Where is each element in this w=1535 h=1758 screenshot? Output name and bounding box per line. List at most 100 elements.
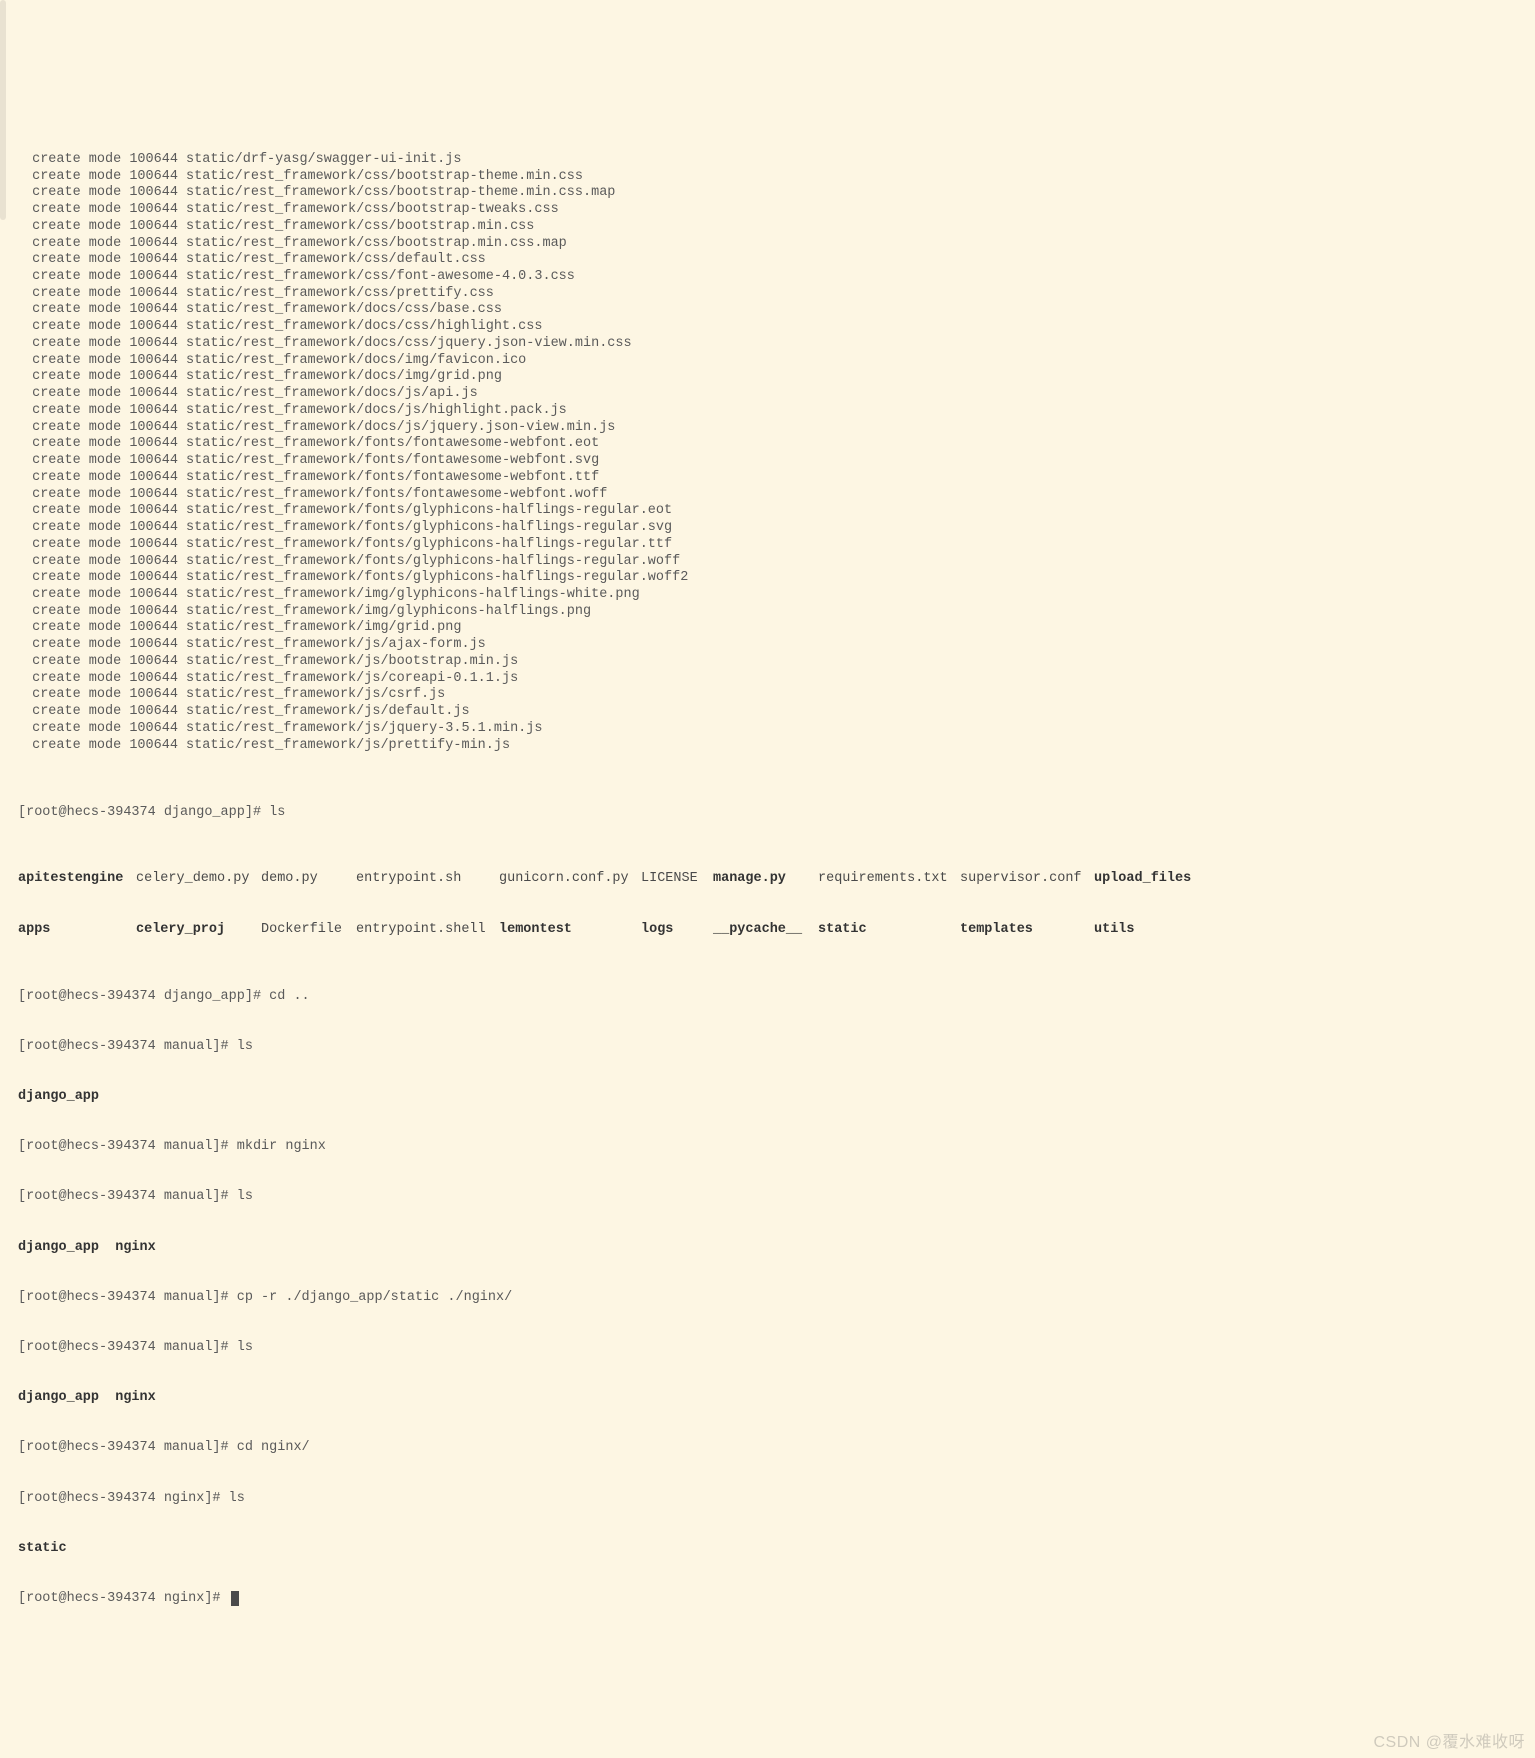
git-create-mode-line: create mode 100644 static/rest_framework… [0,554,1535,571]
command-text: ls [269,805,285,820]
shell-prompt: [root@hecs-394374 django_app]# [18,989,269,1004]
command-text: ls [237,1039,253,1054]
git-create-mode-line: create mode 100644 static/rest_framework… [0,403,1535,420]
ls-item: nginx [115,1390,156,1405]
command-text: ls [237,1340,253,1355]
git-create-mode-line: create mode 100644 static/rest_framework… [0,620,1535,637]
git-create-mode-line: create mode 100644 static/drf-yasg/swagg… [0,152,1535,169]
git-create-mode-line: create mode 100644 static/rest_framework… [0,687,1535,704]
command-text: cd nginx/ [237,1440,310,1455]
git-create-mode-line: create mode 100644 static/rest_framework… [0,369,1535,386]
shell-prompt: [root@hecs-394374 manual]# [18,1039,237,1054]
ls-item: __pycache__ [713,922,818,939]
git-create-mode-line: create mode 100644 static/rest_framework… [0,185,1535,202]
ls-item: django_app [18,1240,99,1255]
git-create-mode-line: create mode 100644 static/rest_framework… [0,202,1535,219]
ls-item: apitestengine [18,871,136,888]
command-text: cd .. [269,989,310,1004]
shell-prompt: [root@hecs-394374 nginx]# [18,1591,229,1606]
prompt-line: [root@hecs-394374 manual]# ls [0,1189,1535,1206]
prompt-line: [root@hecs-394374 nginx]# ls [0,1491,1535,1508]
git-create-mode-line: create mode 100644 static/rest_framework… [0,671,1535,688]
ls-output-row: static [0,1541,1535,1558]
ls-item: entrypoint.shell [356,922,499,939]
git-create-mode-line: create mode 100644 static/rest_framework… [0,604,1535,621]
command-text: ls [237,1189,253,1204]
ls-item: celery_proj [136,922,261,939]
git-create-mode-line: create mode 100644 static/rest_framework… [0,503,1535,520]
ls-item: templates [960,922,1094,939]
git-create-mode-line: create mode 100644 static/rest_framework… [0,319,1535,336]
git-create-mode-line: create mode 100644 static/rest_framework… [0,302,1535,319]
ls-output-row: django_app nginx [0,1390,1535,1407]
command-text: mkdir nginx [237,1139,326,1154]
ls-item: demo.py [261,871,356,888]
ls-item: logs [641,922,713,939]
git-create-mode-line: create mode 100644 static/rest_framework… [0,570,1535,587]
ls-item: gunicorn.conf.py [499,871,641,888]
ls-item: entrypoint.sh [356,871,499,888]
terminal-cursor [231,1591,239,1606]
git-create-mode-line: create mode 100644 static/rest_framework… [0,537,1535,554]
scrollbar-indicator[interactable] [0,0,6,220]
ls-item: utils [1094,922,1214,939]
prompt-line: [root@hecs-394374 nginx]# [0,1591,1535,1608]
ls-item: LICENSE [641,871,713,888]
shell-prompt: [root@hecs-394374 manual]# [18,1440,237,1455]
ls-item: django_app [18,1390,99,1405]
shell-prompt: [root@hecs-394374 nginx]# [18,1491,229,1506]
git-create-mode-line: create mode 100644 static/rest_framework… [0,436,1535,453]
git-create-mode-line: create mode 100644 static/rest_framework… [0,637,1535,654]
ls-item: requirements.txt [818,871,960,888]
ls-item: static [818,922,960,939]
git-create-mode-line: create mode 100644 static/rest_framework… [0,420,1535,437]
git-create-mode-line: create mode 100644 static/rest_framework… [0,487,1535,504]
ls-item: supervisor.conf [960,871,1094,888]
ls-item: apps [18,922,136,939]
ls-item: Dockerfile [261,922,356,939]
git-create-mode-line: create mode 100644 static/rest_framework… [0,219,1535,236]
prompt-line: [root@hecs-394374 manual]# cd nginx/ [0,1440,1535,1457]
prompt-line: [root@hecs-394374 manual]# ls [0,1039,1535,1056]
ls-item: celery_demo.py [136,871,261,888]
git-create-mode-line: create mode 100644 static/rest_framework… [0,654,1535,671]
shell-prompt: [root@hecs-394374 manual]# [18,1340,237,1355]
git-create-mode-line: create mode 100644 static/rest_framework… [0,470,1535,487]
git-create-mode-line: create mode 100644 static/rest_framework… [0,738,1535,755]
git-create-mode-line: create mode 100644 static/rest_framework… [0,453,1535,470]
shell-prompt: [root@hecs-394374 manual]# [18,1139,237,1154]
ls-item: static [18,1541,67,1556]
git-create-mode-line: create mode 100644 static/rest_framework… [0,286,1535,303]
command-text: cp -r ./django_app/static ./nginx/ [237,1290,512,1305]
ls-item: nginx [115,1240,156,1255]
prompt-line: [root@hecs-394374 manual]# mkdir nginx [0,1139,1535,1156]
terminal-output[interactable]: create mode 100644 static/drf-yasg/swagg… [0,102,1535,1642]
git-create-mode-line: create mode 100644 static/rest_framework… [0,169,1535,186]
ls-item: django_app [18,1089,99,1104]
shell-prompt: [root@hecs-394374 manual]# [18,1290,237,1305]
git-create-mode-line: create mode 100644 static/rest_framework… [0,704,1535,721]
git-create-mode-line: create mode 100644 static/rest_framework… [0,520,1535,537]
ls-output-row: apitestenginecelery_demo.pydemo.pyentryp… [0,871,1535,888]
git-create-mode-line: create mode 100644 static/rest_framework… [0,353,1535,370]
ls-item: upload_files [1094,871,1214,888]
ls-output-row: appscelery_projDockerfileentrypoint.shel… [0,922,1535,939]
shell-prompt: [root@hecs-394374 django_app]# [18,805,269,820]
command-text: ls [229,1491,245,1506]
prompt-line: [root@hecs-394374 django_app]# cd .. [0,989,1535,1006]
ls-item: lemontest [499,922,641,939]
prompt-line: [root@hecs-394374 manual]# ls [0,1340,1535,1357]
git-create-mode-line: create mode 100644 static/rest_framework… [0,386,1535,403]
ls-output-row: django_app [0,1089,1535,1106]
watermark: CSDN @覆水难收呀 [1373,1733,1525,1753]
shell-prompt: [root@hecs-394374 manual]# [18,1189,237,1204]
ls-output-row: django_app nginx [0,1240,1535,1257]
prompt-line: [root@hecs-394374 django_app]# ls [0,805,1535,822]
git-create-mode-line: create mode 100644 static/rest_framework… [0,252,1535,269]
git-create-mode-line: create mode 100644 static/rest_framework… [0,236,1535,253]
git-create-mode-line: create mode 100644 static/rest_framework… [0,721,1535,738]
git-create-mode-line: create mode 100644 static/rest_framework… [0,269,1535,286]
git-create-mode-line: create mode 100644 static/rest_framework… [0,336,1535,353]
ls-item: manage.py [713,871,818,888]
git-create-mode-line: create mode 100644 static/rest_framework… [0,587,1535,604]
